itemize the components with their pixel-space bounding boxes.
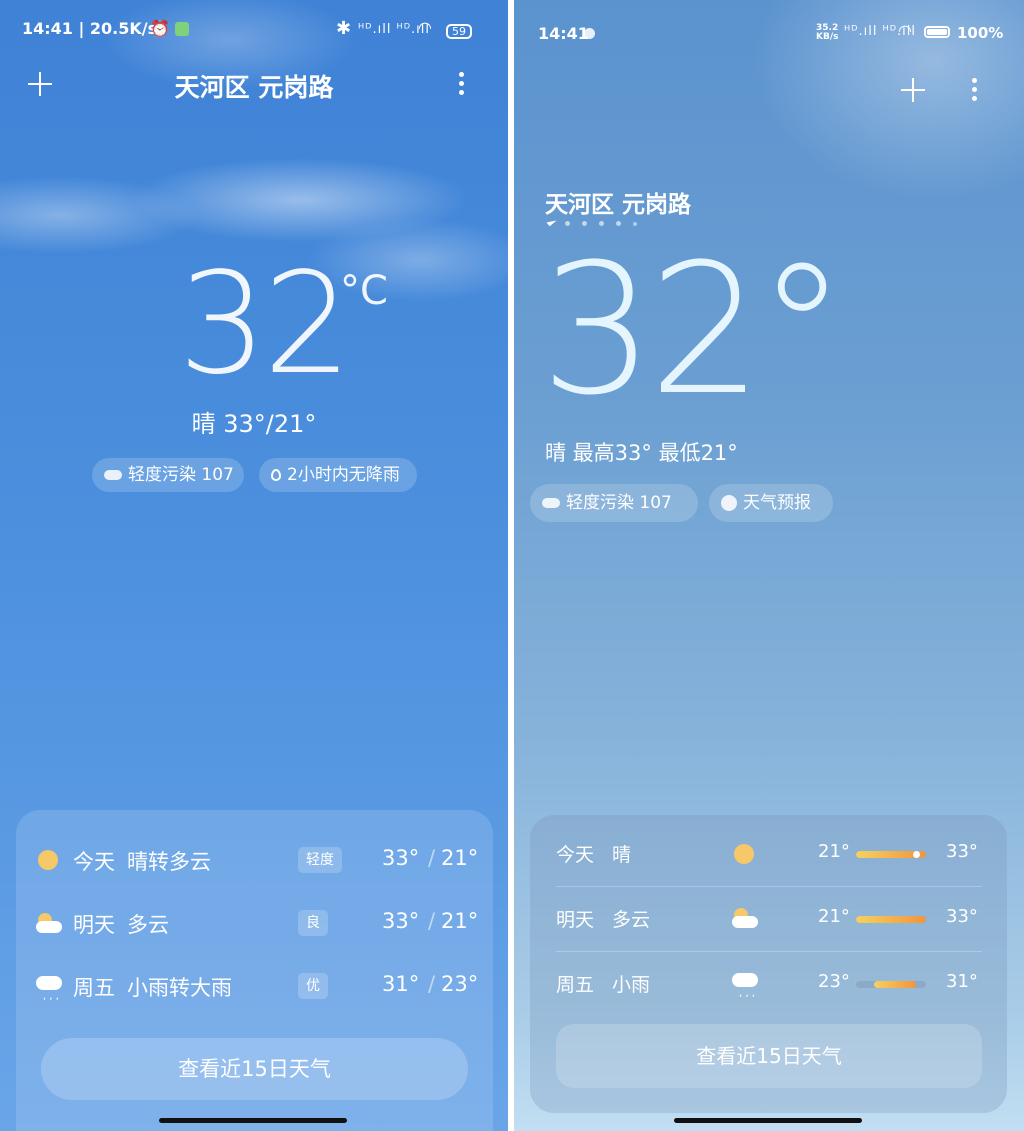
forecast-day: 周五 (73, 976, 115, 1000)
status-dot-icon (584, 28, 595, 39)
rain-chip-label: 2小时内无降雨 (287, 465, 400, 485)
weather-summary: 晴 33°/21° (191, 410, 317, 438)
battery-percent: 100% (957, 24, 1004, 42)
forecast-low: 21° (818, 841, 850, 862)
location-arrow-icon (546, 216, 557, 227)
forecast-high: 33° (382, 909, 420, 933)
view-15-day-button[interactable]: 查看近15日天气 (556, 1024, 982, 1088)
partly-cloudy-icon (732, 908, 758, 930)
status-time-speed: 14:41 | 20.5K/s (22, 19, 158, 38)
raindrop-icon (271, 469, 281, 481)
temp-separator: / (428, 972, 436, 996)
rain-chip[interactable]: 2小时内无降雨 (259, 458, 417, 492)
more-menu-icon[interactable] (972, 78, 977, 105)
forecast-row-friday[interactable]: , , , 周五 小雨转大雨 优 31° / 23° (16, 966, 493, 1006)
forecast-day: 今天 (73, 850, 115, 874)
partly-cloudy-icon (36, 913, 62, 935)
forecast-row-today[interactable]: 今天 晴 21° 33° (530, 833, 1007, 873)
row-divider (556, 886, 982, 887)
forecast-card: 今天 晴 21° 33° 明天 多云 21° 33° 周五 小雨 , , , 2… (530, 815, 1007, 1113)
row-divider (556, 951, 982, 952)
forecast-high: 31° (946, 971, 978, 992)
forecast-low: 21° (441, 846, 479, 870)
add-city-icon[interactable] (901, 78, 925, 102)
status-time: 14:41 (538, 24, 589, 43)
sun-icon (38, 850, 58, 870)
forecast-low: 21° (441, 909, 479, 933)
forecast-video-chip[interactable]: 天气预报 (709, 484, 833, 522)
forecast-high: 33° (946, 906, 978, 927)
battery-icon: 59 (446, 21, 472, 40)
current-temp-marker (912, 851, 920, 858)
forecast-row-tomorrow[interactable]: 明天 多云 良 33° / 21° (16, 903, 493, 943)
forecast-condition: 小雨转大雨 (127, 976, 232, 1000)
forecast-video-label: 天气预报 (743, 493, 811, 513)
aqi-chip[interactable]: 轻度污染 107 (92, 458, 244, 492)
play-icon (721, 495, 737, 511)
forecast-high: 33° (382, 846, 420, 870)
forecast-day: 周五 (556, 974, 595, 996)
forecast-card: 今天 晴转多云 轻度 33° / 21° 明天 多云 良 33° / 21° ,… (16, 810, 493, 1131)
forecast-high: 31° (382, 972, 420, 996)
battery-level: 59 (446, 24, 472, 39)
view-15-day-button[interactable]: 查看近15日天气 (41, 1038, 468, 1100)
rain-icon: , , , (36, 972, 62, 1002)
temp-separator: / (428, 909, 436, 933)
forecast-row-tomorrow[interactable]: 明天 多云 21° 33° (530, 898, 1007, 938)
phone-left: 14:41 | 20.5K/s ⏰ ✱ ᴴᴰ.ıll ᴴᴰ.ıll ◠ 59 天… (0, 0, 508, 1131)
sun-icon (734, 844, 754, 864)
current-temperature: 32 (178, 243, 352, 406)
alarm-icon: ⏰ (150, 19, 170, 38)
temperature-unit: °C (340, 268, 388, 314)
current-temperature: 32° (540, 226, 847, 435)
home-indicator[interactable] (674, 1118, 862, 1123)
phone-right: 14:41 35.2 KB/s ᴴᴰ.ıll ᴴᴰ.ıll ◠ 100% 天河区… (514, 0, 1024, 1131)
forecast-condition: 多云 (612, 909, 651, 931)
home-indicator[interactable] (159, 1118, 347, 1123)
location-title: 天河区 元岗路 (174, 73, 334, 102)
bluetooth-icon: ✱ (336, 18, 352, 39)
temp-range-bar (856, 916, 926, 923)
temp-range-fill (873, 981, 916, 988)
more-menu-icon[interactable] (459, 72, 464, 99)
location-title: 天河区 元岗路 (545, 192, 692, 218)
wifi-icon: ◠ (418, 18, 432, 37)
forecast-day: 今天 (556, 844, 595, 866)
aqi-chip[interactable]: 轻度污染 107 (530, 484, 698, 522)
wifi-icon: ◠ (898, 21, 912, 40)
aqi-badge: 良 (298, 910, 328, 936)
rain-icon: , , , (732, 969, 758, 999)
forecast-row-today[interactable]: 今天 晴转多云 轻度 33° / 21° (16, 840, 493, 880)
forecast-condition: 晴 (612, 844, 632, 866)
forecast-day: 明天 (556, 909, 595, 931)
forecast-condition: 小雨 (612, 974, 651, 996)
forecast-low: 23° (441, 972, 479, 996)
temp-range-fill (856, 916, 926, 923)
forecast-low: 23° (818, 971, 850, 992)
temp-separator: / (428, 846, 436, 870)
forecast-condition: 晴转多云 (127, 850, 211, 874)
mask-icon (104, 470, 122, 480)
mask-icon (542, 498, 560, 508)
forecast-row-friday[interactable]: 周五 小雨 , , , 23° 31° (530, 963, 1007, 1003)
temp-range-bar (856, 981, 926, 988)
battery-icon (924, 26, 950, 38)
forecast-day: 明天 (73, 913, 115, 937)
aqi-badge: 轻度 (298, 847, 342, 873)
temp-range-bar (856, 851, 926, 858)
aqi-chip-label: 轻度污染 107 (128, 465, 234, 485)
forecast-condition: 多云 (127, 913, 169, 937)
weather-summary: 晴 最高33° 最低21° (545, 441, 738, 465)
forecast-high: 33° (946, 841, 978, 862)
forecast-low: 21° (818, 906, 850, 927)
app-notification-icon (175, 22, 189, 36)
aqi-badge: 优 (298, 973, 328, 999)
aqi-chip-label: 轻度污染 107 (566, 493, 672, 513)
network-speed: 35.2 KB/s (816, 23, 839, 42)
